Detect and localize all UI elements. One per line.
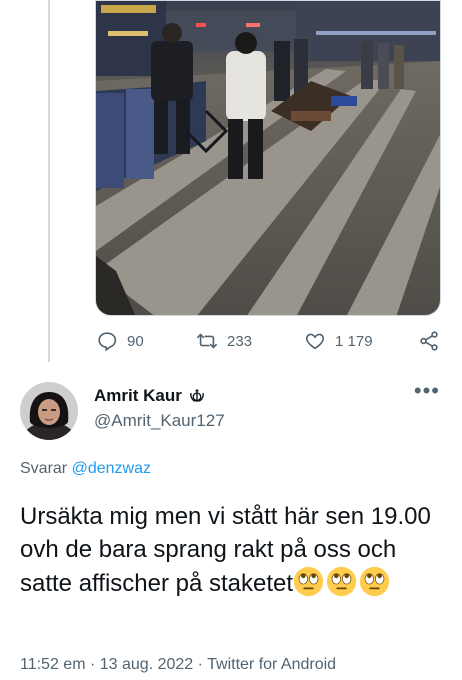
tweet-source-link[interactable]: Twitter for Android xyxy=(207,656,336,673)
meta-separator: · xyxy=(89,656,96,673)
face-with-rolling-eyes-icon xyxy=(293,566,324,597)
author-name-text: Amrit Kaur xyxy=(94,386,182,405)
meta-separator: · xyxy=(197,656,203,673)
tweet-author-header: Amrit Kaur @Amrit_Kaur127 ••• xyxy=(20,380,442,444)
reply-count: 90 xyxy=(127,332,144,350)
emoji-group xyxy=(293,566,392,597)
reply-button[interactable]: 90 xyxy=(96,330,144,352)
retweet-icon xyxy=(197,333,217,349)
like-count: 1 179 xyxy=(335,332,373,350)
author-handle[interactable]: @Amrit_Kaur127 xyxy=(94,411,225,431)
thread-line xyxy=(48,0,50,362)
tweet-meta: 11:52 em · 13 aug. 2022 · Twitter for An… xyxy=(20,656,336,674)
khanda-icon xyxy=(190,389,204,402)
face-with-rolling-eyes-icon xyxy=(326,566,357,597)
avatar[interactable] xyxy=(20,382,78,440)
share-button[interactable] xyxy=(418,330,440,352)
tweet-action-bar: 90 233 1 179 xyxy=(0,330,462,358)
more-options-icon[interactable]: ••• xyxy=(414,380,440,402)
replying-to-handle-link[interactable]: @denzwaz xyxy=(72,460,151,477)
replying-to: Svarar @denzwaz xyxy=(20,460,151,478)
replying-to-prefix: Svarar xyxy=(20,460,68,477)
retweet-count: 233 xyxy=(227,332,253,350)
tweet-text: Ursäkta mig men vi stått här sen 19.00 o… xyxy=(20,500,440,600)
face-with-rolling-eyes-icon xyxy=(359,566,390,597)
tweet-time-link[interactable]: 11:52 em xyxy=(20,656,86,673)
share-icon xyxy=(420,331,438,351)
tweet-date-link[interactable]: 13 aug. 2022 xyxy=(100,656,193,673)
like-icon xyxy=(305,333,325,350)
tweet-photo[interactable] xyxy=(95,0,441,316)
author-display-name[interactable]: Amrit Kaur xyxy=(94,386,206,406)
reply-icon xyxy=(98,332,117,352)
like-button[interactable]: 1 179 xyxy=(304,330,373,352)
retweet-button[interactable]: 233 xyxy=(196,330,252,352)
